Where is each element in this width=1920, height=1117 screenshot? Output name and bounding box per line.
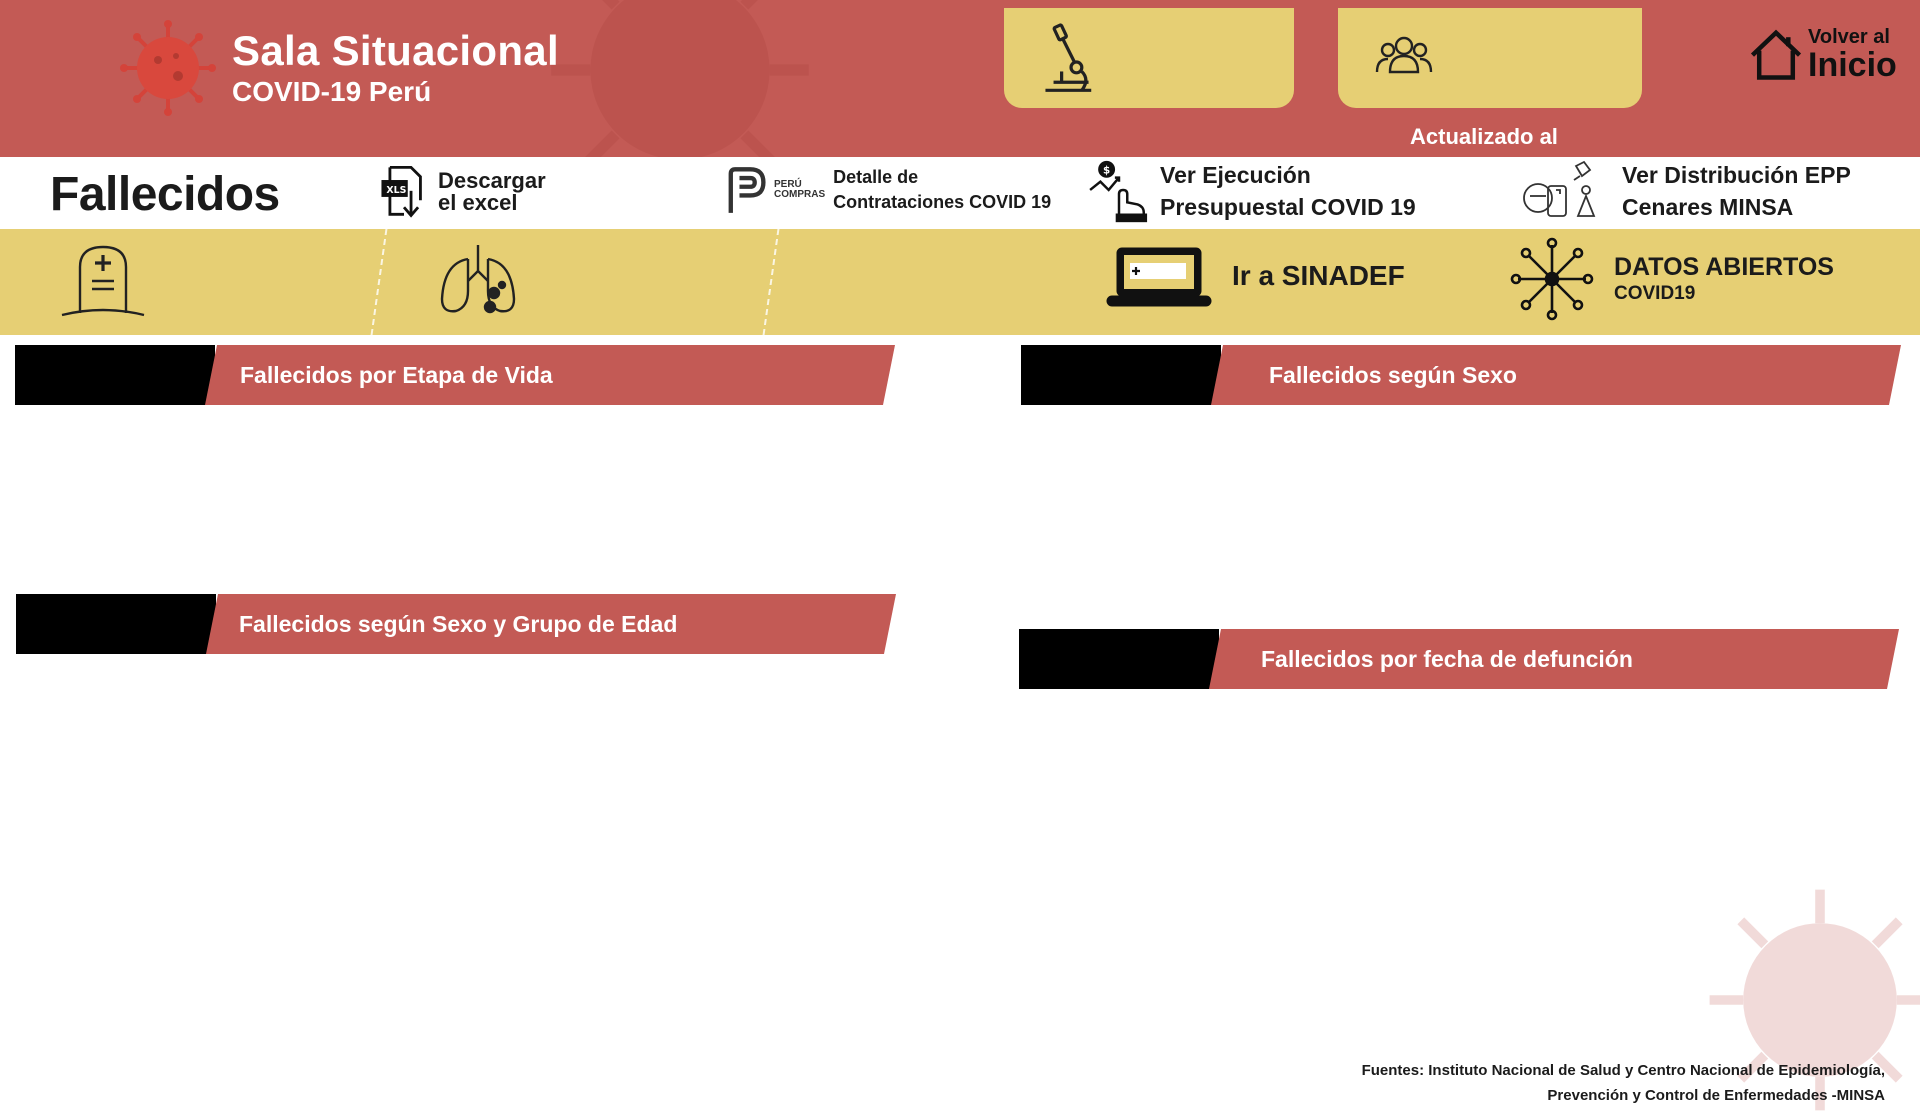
download-excel-line2: el excel — [438, 190, 518, 215]
sinadef-link[interactable]: Ir a SINADEF — [1106, 245, 1405, 307]
section-title-etapa-vida: Fallecidos por Etapa de Vida — [240, 362, 553, 388]
home-label-main: Inicio — [1808, 46, 1897, 84]
laptop-icon — [1106, 247, 1212, 307]
sources-line1: Fuentes: Instituto Nacional de Salud y C… — [1361, 1062, 1885, 1079]
peru-compras-small2: COMPRAS — [774, 189, 826, 200]
coronavirus-logo-icon — [120, 20, 216, 116]
datos-abiertos-subtitle: COVID19 — [1614, 283, 1696, 304]
links-strip: Fallecidos XLS Descargar el excel PERÚ C… — [0, 157, 1920, 229]
kpi-separator — [762, 229, 780, 335]
datos-abiertos-title: DATOS ABIERTOS — [1614, 253, 1834, 281]
download-excel-line1: Descargar — [438, 168, 546, 193]
section-title-fecha: Fallecidos por fecha de defunción — [1261, 646, 1633, 672]
svg-text:$: $ — [1103, 164, 1110, 176]
peru-compras-line1: Detalle de — [833, 167, 919, 187]
download-excel-link[interactable]: XLS Descargar el excel — [380, 165, 546, 219]
sources-note: Fuentes: Instituto Nacional de Salud y C… — [1362, 1058, 1885, 1108]
home-button[interactable]: Volver al Inicio — [1748, 26, 1897, 82]
tombstone-icon — [61, 245, 145, 317]
peru-compras-link[interactable]: PERÚ COMPRAS Detalle de Contrataciones C… — [724, 165, 1051, 215]
open-data-network-icon — [1510, 237, 1594, 321]
ejecucion-line1: Ver Ejecución — [1160, 162, 1311, 188]
peru-compras-logo-icon — [728, 167, 766, 213]
microscope-icon — [1045, 23, 1092, 92]
home-label-top: Volver al — [1808, 26, 1890, 48]
nav-card-laboratorio[interactable] — [1004, 8, 1294, 108]
section-header-sexo: Fallecidos según Sexo — [1021, 345, 1901, 405]
svg-text:XLS: XLS — [386, 185, 406, 196]
peru-compras-line2: Contrataciones COVID 19 — [833, 192, 1052, 212]
section-header-fecha: Fallecidos por fecha de defunción — [1019, 629, 1899, 689]
xls-file-icon: XLS — [381, 165, 422, 218]
distribucion-epp-link[interactable]: Ver Distribución EPP Cenares MINSA — [1520, 159, 1851, 223]
app-logo: Sala Situacional COVID-19 Perú — [118, 18, 559, 118]
house-icon — [1750, 29, 1802, 80]
ppe-equipment-icon — [1523, 160, 1596, 217]
app-subtitle: COVID-19 Perú — [232, 76, 432, 107]
updated-label: Actualizado al — [1410, 124, 1558, 149]
section-title-sexo-edad: Fallecidos según Sexo y Grupo de Edad — [239, 611, 678, 637]
sinadef-label: Ir a SINADEF — [1232, 260, 1405, 291]
section-header-sexo-edad: Fallecidos según Sexo y Grupo de Edad — [16, 594, 896, 654]
virus-watermark-icon — [551, 0, 809, 157]
nav-card-poblacion[interactable] — [1338, 8, 1642, 108]
section-header-etapa-vida: Fallecidos por Etapa de Vida — [15, 345, 895, 405]
app-title: Sala Situacional — [232, 27, 559, 74]
kpi-band: Ir a SINADEF DATOS ABIERTOS COVID19 — [0, 229, 1920, 335]
ejecucion-line2: Presupuestal COVID 19 — [1160, 194, 1416, 220]
kpi-separator — [370, 229, 388, 335]
page-title: Fallecidos — [50, 168, 280, 221]
lungs-virus-icon — [440, 245, 516, 314]
ejecucion-presupuestal-link[interactable]: $ Ver Ejecución Presupuestal COVID 19 — [1088, 159, 1416, 223]
section-title-sexo: Fallecidos según Sexo — [1269, 362, 1517, 388]
sources-line2: Prevención y Control de Enfermedades -MI… — [1547, 1087, 1885, 1104]
epp-line2: Cenares MINSA — [1622, 194, 1794, 220]
people-group-icon — [1375, 36, 1433, 74]
top-header: Sala Situacional COVID-19 Perú Actualiza… — [0, 0, 1920, 157]
epp-line1: Ver Distribución EPP — [1622, 162, 1851, 188]
datos-abiertos-link[interactable]: DATOS ABIERTOS COVID19 — [1510, 237, 1834, 321]
money-hand-pointer-icon: $ — [1089, 160, 1148, 223]
